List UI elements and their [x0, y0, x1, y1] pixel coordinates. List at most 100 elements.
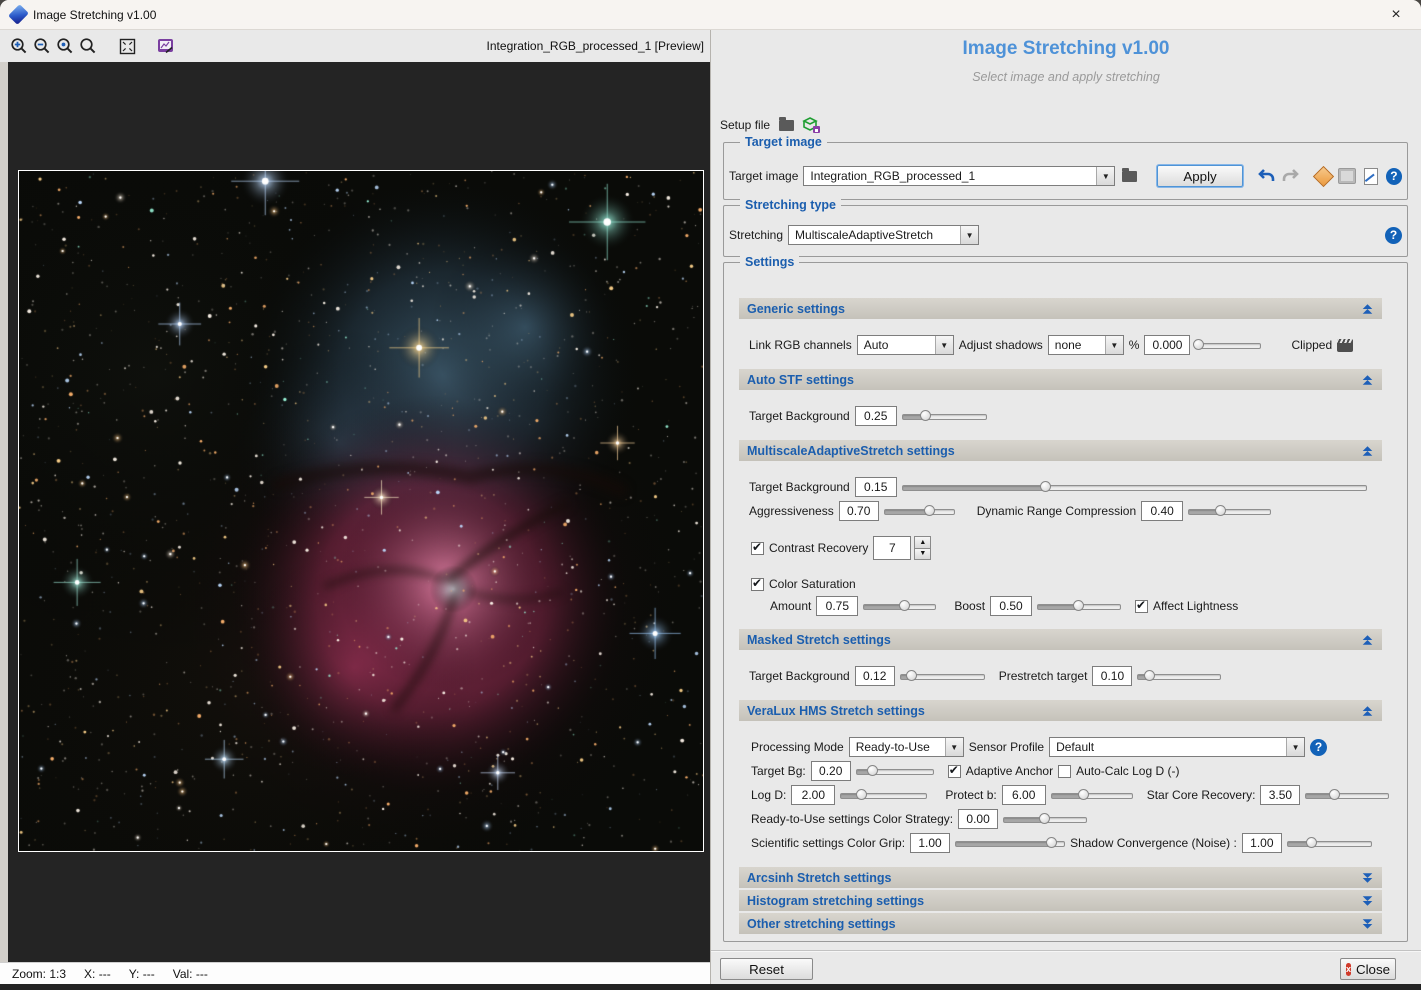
- star-core-input[interactable]: 3.50: [1260, 785, 1300, 805]
- autostf-target-bg-slider[interactable]: [902, 407, 987, 425]
- fit-view-icon[interactable]: [116, 35, 138, 57]
- aggressiveness-input[interactable]: 0.70: [839, 501, 879, 521]
- slider-thumb: [867, 765, 878, 776]
- stf-edit-icon[interactable]: [155, 35, 177, 57]
- spin-up-icon[interactable]: ▲: [914, 536, 931, 549]
- target-help-icon[interactable]: ?: [1386, 168, 1402, 185]
- contrast-recovery-spinner[interactable]: 7 ▲▼: [873, 536, 931, 560]
- chevron-down-icon: ▼: [935, 336, 953, 354]
- section-header-generic[interactable]: Generic settings: [739, 298, 1382, 319]
- close-button[interactable]: x Close: [1340, 958, 1396, 980]
- section-header-other[interactable]: Other stretching settings: [739, 913, 1382, 934]
- image-stretching-window: Image Stretching v1.00 ×: [0, 0, 1421, 990]
- setup-file-open-folder-icon[interactable]: [776, 115, 796, 135]
- link-rgb-select[interactable]: Auto▼: [857, 335, 954, 355]
- target-image-select[interactable]: Integration_RGB_processed_1 ▼: [803, 166, 1115, 186]
- mas-target-bg-input[interactable]: 0.15: [855, 477, 897, 497]
- section-header-masked[interactable]: Masked Stretch settings: [739, 629, 1382, 650]
- stretching-type-row: Stretching MultiscaleAdaptiveStretch ▼ ?: [729, 224, 1402, 246]
- section-header-veralux[interactable]: VeraLux HMS Stretch settings: [739, 700, 1382, 721]
- shadows-percent-input[interactable]: 0.000: [1144, 335, 1190, 355]
- autocalc-logd-checkbox[interactable]: [1058, 765, 1071, 778]
- chevron-down-icon: ▼: [960, 226, 978, 244]
- section-header-auto-stf[interactable]: Auto STF settings: [739, 369, 1382, 390]
- new-instance-icon[interactable]: [1314, 166, 1333, 186]
- veralux-help-icon[interactable]: ?: [1310, 739, 1327, 756]
- boost-input[interactable]: 0.50: [990, 596, 1032, 616]
- close-label: Close: [1356, 962, 1390, 977]
- veralux-color-grip-row: Scientific settings Color Grip: 1.00 Sha…: [751, 832, 1372, 854]
- contrast-recovery-label: Contrast Recovery: [769, 541, 868, 555]
- section-title: VeraLux HMS Stretch settings: [747, 704, 925, 718]
- zoom-fit-icon[interactable]: [77, 35, 99, 57]
- stretching-select[interactable]: MultiscaleAdaptiveStretch ▼: [788, 225, 979, 245]
- section-header-arcsinh[interactable]: Arcsinh Stretch settings: [739, 867, 1382, 888]
- adjust-shadows-select[interactable]: none▼: [1048, 335, 1124, 355]
- veralux-target-bg-input[interactable]: 0.20: [811, 761, 851, 781]
- veralux-target-bg-slider[interactable]: [856, 762, 934, 780]
- boost-slider[interactable]: [1037, 597, 1121, 615]
- shadow-convergence-slider[interactable]: [1287, 834, 1372, 852]
- processing-mode-select[interactable]: Ready-to-Use▼: [849, 737, 964, 757]
- stf-disabled-icon[interactable]: [1338, 166, 1357, 186]
- shadows-percent-slider[interactable]: [1195, 336, 1261, 354]
- contrast-recovery-checkbox[interactable]: [751, 542, 764, 555]
- chevron-down-icon: ▼: [1096, 167, 1114, 185]
- reset-button[interactable]: Reset: [720, 958, 813, 980]
- color-strategy-input[interactable]: 0.00: [958, 809, 998, 829]
- sensor-profile-select[interactable]: Default▼: [1049, 737, 1305, 757]
- protect-b-slider[interactable]: [1051, 786, 1133, 804]
- section-header-histogram[interactable]: Histogram stretching settings: [739, 890, 1382, 911]
- preview-image-label: Integration_RGB_processed_1 [Preview]: [487, 39, 706, 53]
- color-grip-slider[interactable]: [955, 834, 1065, 852]
- browse-image-button[interactable]: [1120, 166, 1139, 186]
- nebula-image[interactable]: [19, 171, 703, 851]
- prestretch-slider[interactable]: [1137, 667, 1221, 685]
- auto-stf-row: Target Background 0.25: [749, 405, 987, 427]
- color-strategy-slider[interactable]: [1003, 810, 1087, 828]
- edit-script-icon[interactable]: [1362, 166, 1381, 186]
- saturation-amount-row: Amount 0.75 Boost 0.50 Affect Lightness: [770, 595, 1238, 617]
- masked-target-bg-input[interactable]: 0.12: [855, 666, 895, 686]
- amount-slider[interactable]: [863, 597, 936, 615]
- window-close-button[interactable]: ×: [1381, 3, 1411, 27]
- protect-b-input[interactable]: 6.00: [1002, 785, 1046, 805]
- color-saturation-checkbox[interactable]: [751, 578, 764, 591]
- clipped-preview-icon[interactable]: [1337, 339, 1353, 352]
- undo-icon[interactable]: [1257, 166, 1276, 186]
- drc-input[interactable]: 0.40: [1141, 501, 1183, 521]
- zoom-in-icon[interactable]: [8, 35, 30, 57]
- section-header-mas[interactable]: MultiscaleAdaptiveStretch settings: [739, 440, 1382, 461]
- spin-down-icon[interactable]: ▼: [914, 549, 931, 561]
- log-d-input[interactable]: 2.00: [791, 785, 835, 805]
- status-zoom: Zoom: 1:3: [12, 967, 66, 981]
- veralux-color-strategy-row: Ready-to-Use settings Color Strategy: 0.…: [751, 808, 1087, 830]
- slider-track: [1305, 793, 1389, 799]
- drc-slider[interactable]: [1188, 502, 1271, 520]
- shadow-convergence-input[interactable]: 1.00: [1242, 833, 1282, 853]
- color-grip-input[interactable]: 1.00: [910, 833, 950, 853]
- amount-input[interactable]: 0.75: [816, 596, 858, 616]
- affect-lightness-checkbox[interactable]: [1135, 600, 1148, 613]
- zoom-one-to-one-icon[interactable]: [54, 35, 76, 57]
- apply-button[interactable]: Apply: [1157, 165, 1243, 187]
- autostf-target-bg-input[interactable]: 0.25: [855, 406, 897, 426]
- slider-thumb: [1144, 670, 1155, 681]
- aggressiveness-slider[interactable]: [884, 502, 955, 520]
- log-d-slider[interactable]: [840, 786, 927, 804]
- link-rgb-value: Auto: [858, 336, 935, 354]
- viewer-canvas-area[interactable]: [0, 62, 710, 962]
- title-bar: Image Stretching v1.00 ×: [0, 0, 1421, 30]
- protect-b-label: Protect b:: [945, 788, 996, 802]
- redo-icon[interactable]: [1281, 166, 1300, 186]
- slider-track: [840, 793, 927, 799]
- prestretch-input[interactable]: 0.10: [1092, 666, 1132, 686]
- star-core-slider[interactable]: [1305, 786, 1389, 804]
- masked-target-bg-slider[interactable]: [900, 667, 985, 685]
- zoom-out-icon[interactable]: [31, 35, 53, 57]
- setup-file-save-icon[interactable]: [802, 117, 820, 133]
- spinner-buttons[interactable]: ▲▼: [914, 536, 931, 560]
- stretching-help-icon[interactable]: ?: [1385, 227, 1402, 244]
- mas-target-bg-slider[interactable]: [902, 478, 1367, 496]
- adaptive-anchor-checkbox[interactable]: [948, 765, 961, 778]
